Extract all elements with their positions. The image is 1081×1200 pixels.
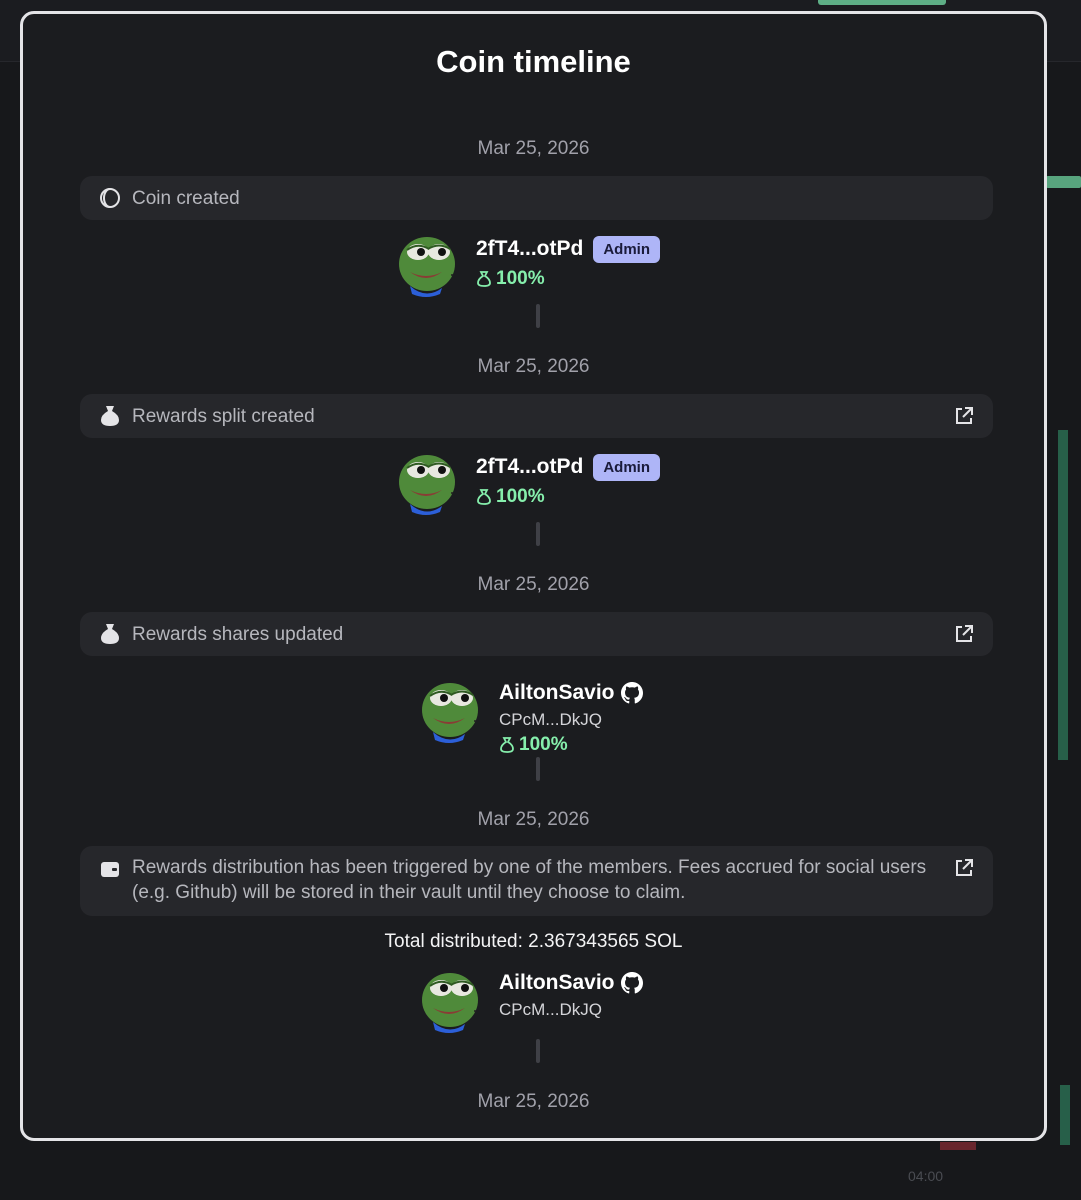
total-distributed: Total distributed: 2.367343565 SOL (384, 931, 683, 952)
event-text: Coin created (132, 187, 240, 209)
wallet-icon (98, 857, 122, 881)
member-address[interactable]: 2fT4...otPd (476, 455, 583, 479)
pepe-avatar (419, 678, 483, 744)
timeline-connector (536, 304, 540, 328)
event-text: Rewards distribution has been triggered … (132, 857, 927, 903)
member-username[interactable]: AiltonSavio (499, 971, 615, 995)
member-entry: AiltonSavio CPcM...DkJQ 100% (419, 678, 643, 758)
money-bag-icon (98, 404, 122, 428)
member-entry: 2fT4...otPd Admin 100% (396, 450, 661, 516)
background-candle-red (940, 1142, 976, 1150)
timeline-connector (536, 522, 540, 546)
external-link-icon[interactable] (953, 857, 975, 879)
external-link-icon[interactable] (953, 405, 975, 427)
admin-badge: Admin (593, 235, 661, 263)
event-date: Mar 25, 2026 (477, 138, 590, 159)
money-bag-icon (98, 622, 122, 646)
github-icon[interactable] (620, 682, 643, 704)
external-link-icon[interactable] (953, 623, 975, 645)
event-rewards-shares-updated: Rewards shares updated (80, 612, 993, 656)
member-entry: AiltonSavio CPcM...DkJQ (419, 968, 643, 1034)
money-bag-icon (477, 489, 491, 505)
share-percent: 100% (499, 732, 643, 758)
event-date: Mar 25, 2026 (477, 574, 590, 595)
background-candle (1060, 1085, 1070, 1145)
event-date: Mar 25, 2026 (477, 809, 590, 830)
event-rewards-split-created: Rewards split created (80, 394, 993, 438)
event-text: Rewards shares updated (132, 623, 344, 645)
money-bag-icon (500, 737, 514, 753)
background-price-line (1046, 176, 1081, 188)
coin-icon (98, 186, 122, 210)
admin-badge: Admin (593, 453, 661, 481)
background-candle (1058, 430, 1068, 760)
event-date: Mar 25, 2026 (477, 356, 590, 377)
event-coin-created: Coin created (80, 176, 993, 220)
share-percent: 100% (476, 266, 660, 292)
background-time-label: 04:00 (908, 1168, 944, 1184)
pepe-avatar (396, 450, 460, 516)
member-username[interactable]: AiltonSavio (499, 681, 615, 705)
member-wallet-address[interactable]: CPcM...DkJQ (499, 708, 643, 732)
event-text: Rewards split created (132, 405, 315, 427)
coin-timeline-modal: Coin timeline Mar 25, 2026 Coin created … (20, 11, 1047, 1141)
background-button (818, 0, 946, 5)
member-entry: 2fT4...otPd Admin 100% (396, 232, 661, 298)
pepe-avatar (396, 232, 460, 298)
timeline-connector (536, 757, 540, 781)
money-bag-icon (477, 271, 491, 287)
github-icon[interactable] (620, 972, 643, 994)
member-address[interactable]: 2fT4...otPd (476, 237, 583, 261)
event-date: Mar 25, 2026 (477, 1091, 590, 1112)
pepe-avatar (419, 968, 483, 1034)
modal-title: Coin timeline (436, 44, 631, 79)
member-wallet-address[interactable]: CPcM...DkJQ (499, 998, 643, 1022)
event-rewards-distribution: Rewards distribution has been triggered … (80, 846, 993, 916)
timeline-connector (536, 1039, 540, 1063)
share-percent: 100% (476, 484, 660, 510)
